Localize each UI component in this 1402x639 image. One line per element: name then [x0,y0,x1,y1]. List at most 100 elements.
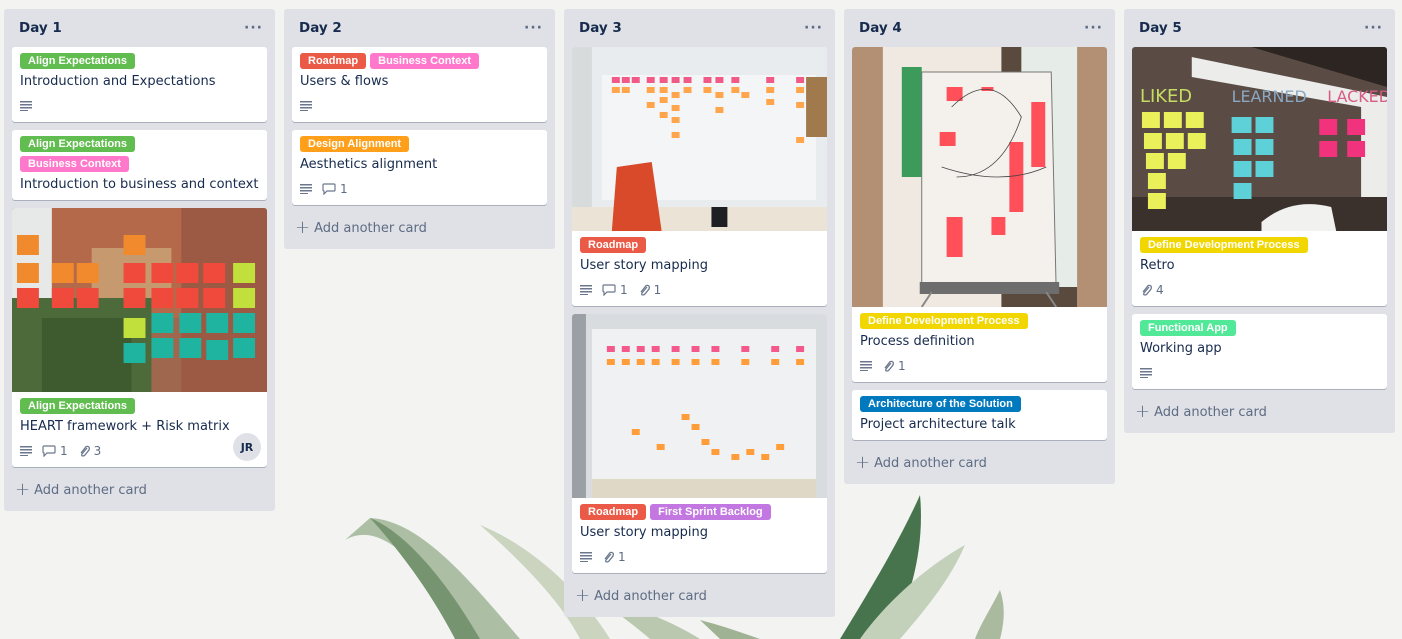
paperclip-icon [1142,284,1152,296]
card[interactable]: Architecture of the Solution Project arc… [852,390,1107,440]
add-card-button[interactable]: + Add another card [852,448,1107,478]
ellipsis-icon[interactable]: ··· [524,20,543,36]
member-avatar[interactable]: JR [233,433,261,461]
description-icon [580,552,592,562]
plus-icon: + [575,585,591,606]
card-title: Retro [1140,258,1175,273]
card-title: Working app [1140,341,1222,356]
card-title: Users & flows [300,74,389,89]
card[interactable]: Roadmap First Sprint Backlog User story … [572,314,827,573]
card-title: HEART framework + Risk matrix [20,419,230,434]
label-align-expectations[interactable]: Align Expectations [20,398,136,414]
comment-icon [42,445,56,457]
comments-badge: 1 [602,283,628,297]
attachments-badge: 4 [1140,283,1164,297]
plus-icon: + [15,479,31,500]
label-roadmap[interactable]: Roadmap [580,237,647,253]
card-title: Process definition [860,334,975,349]
paperclip-icon [640,284,650,296]
description-icon [300,184,312,194]
add-card-button[interactable]: + Add another card [572,581,827,611]
board: Day 1 ··· Align Expectations Introductio… [4,9,1395,617]
comments-badge: 1 [322,182,348,196]
list-title[interactable]: Day 3 [579,20,622,36]
description-icon [860,361,872,371]
card-cover-image [852,47,1107,307]
label-roadmap[interactable]: Roadmap [300,53,367,69]
card[interactable]: Functional App Working app [1132,314,1387,389]
attachments-badge: 3 [78,444,101,458]
plus-icon: + [1135,401,1151,422]
ellipsis-icon[interactable]: ··· [244,20,263,36]
list-title[interactable]: Day 5 [1139,20,1182,36]
card[interactable]: LIKED LEARNED LACKED Define Development … [1132,47,1387,306]
list-title[interactable]: Day 1 [19,20,62,36]
comment-icon [602,284,616,296]
attachments-badge: 1 [602,550,626,564]
comments-badge: 1 [42,444,68,458]
svg-text:LACKED: LACKED [1327,87,1387,106]
card-title: User story mapping [580,258,708,273]
label-business-context[interactable]: Business Context [370,53,480,69]
description-icon [20,101,32,111]
list-day-4: Day 4 ··· Define Development Process Pro… [844,9,1115,484]
card-title: Introduction to business and context [20,177,259,192]
label-functional-app[interactable]: Functional App [1140,320,1236,336]
label-design-alignment[interactable]: Design Alignment [300,136,410,152]
description-icon [20,446,32,456]
card-title: Introduction and Expectations [20,74,216,89]
ellipsis-icon[interactable]: ··· [1084,20,1103,36]
card[interactable]: Define Development Process Process defin… [852,47,1107,382]
card[interactable]: Roadmap User story mapping 1 1 [572,47,827,306]
list-day-1: Day 1 ··· Align Expectations Introductio… [4,9,275,511]
list-header: Day 1 ··· [12,9,267,47]
add-card-button[interactable]: + Add another card [292,213,547,243]
description-icon [1140,368,1152,378]
label-first-sprint-backlog[interactable]: First Sprint Backlog [650,504,771,520]
label-roadmap[interactable]: Roadmap [580,504,647,520]
card[interactable]: Align Expectations Business Context Intr… [12,130,267,200]
card[interactable]: Align Expectations HEART framework + Ris… [12,208,267,467]
add-card-button[interactable]: + Add another card [1132,397,1387,427]
add-card-button[interactable]: + Add another card [12,475,267,505]
label-architecture-of-the-solution[interactable]: Architecture of the Solution [860,396,1021,412]
label-business-context[interactable]: Business Context [20,156,129,172]
list-header: Day 3 ··· [572,9,827,47]
attachments-badge: 1 [882,359,906,373]
card-cover-image: LIKED LEARNED LACKED [1132,47,1387,231]
list-title[interactable]: Day 2 [299,20,342,36]
paperclip-icon [604,551,614,563]
card-title: User story mapping [580,525,708,540]
description-icon [300,101,312,111]
paperclip-icon [884,360,894,372]
description-icon [580,285,592,295]
list-header: Day 4 ··· [852,9,1107,47]
card-cover-image [12,208,267,392]
list-header: Day 2 ··· [292,9,547,47]
list-title[interactable]: Day 4 [859,20,902,36]
ellipsis-icon[interactable]: ··· [1364,20,1383,36]
card-cover-image [572,47,827,231]
list-day-2: Day 2 ··· Roadmap Business Context Users… [284,9,555,249]
card[interactable]: Align Expectations Introduction and Expe… [12,47,267,122]
label-define-development-process[interactable]: Define Development Process [860,313,1028,329]
card[interactable]: Roadmap Business Context Users & flows [292,47,547,122]
ellipsis-icon[interactable]: ··· [804,20,823,36]
list-header: Day 5 ··· [1132,9,1387,47]
card-cover-image [572,314,827,498]
plus-icon: + [855,452,871,473]
attachments-badge: 1 [638,283,661,297]
card[interactable]: Design Alignment Aesthetics alignment 1 [292,130,547,205]
svg-text:LIKED: LIKED [1140,86,1192,107]
label-align-expectations[interactable]: Align Expectations [20,53,136,69]
paperclip-icon [80,445,90,457]
comment-icon [322,183,336,195]
card-title: Project architecture talk [860,417,1016,432]
card-title: Aesthetics alignment [300,157,438,172]
plus-icon: + [295,217,311,238]
label-align-expectations[interactable]: Align Expectations [20,136,136,152]
label-define-development-process[interactable]: Define Development Process [1140,237,1308,253]
list-day-3: Day 3 ··· Roadmap User story mapping 1 1… [564,9,835,617]
list-day-5: Day 5 ··· LIKED LEARNED LACKED Define De… [1124,9,1395,433]
svg-text:LEARNED: LEARNED [1232,87,1307,106]
